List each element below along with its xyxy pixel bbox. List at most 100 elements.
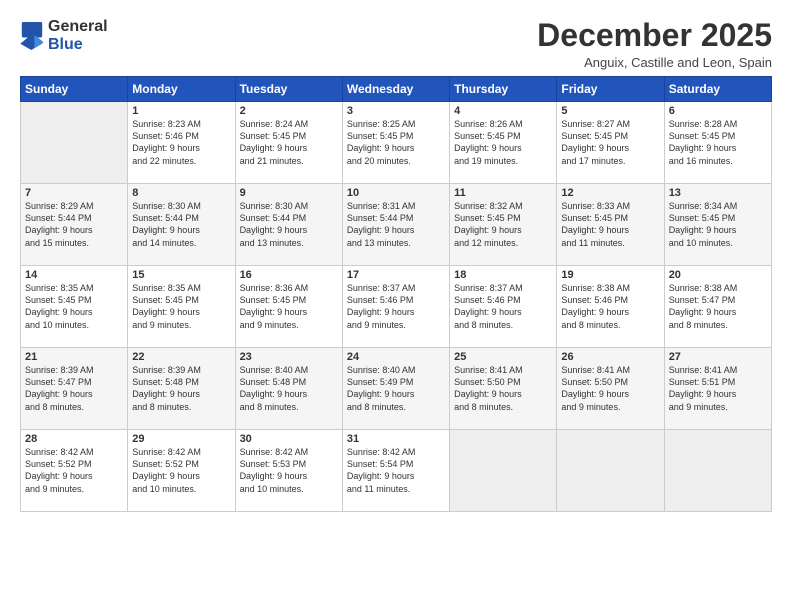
day-info: Sunrise: 8:39 AM Sunset: 5:48 PM Dayligh… <box>132 364 230 413</box>
calendar-cell: 27Sunrise: 8:41 AM Sunset: 5:51 PM Dayli… <box>664 348 771 430</box>
calendar-cell: 5Sunrise: 8:27 AM Sunset: 5:45 PM Daylig… <box>557 102 664 184</box>
calendar-week: 28Sunrise: 8:42 AM Sunset: 5:52 PM Dayli… <box>21 430 772 512</box>
calendar-week: 7Sunrise: 8:29 AM Sunset: 5:44 PM Daylig… <box>21 184 772 266</box>
calendar-cell: 16Sunrise: 8:36 AM Sunset: 5:45 PM Dayli… <box>235 266 342 348</box>
title-block: December 2025 Anguix, Castille and Leon,… <box>537 18 772 70</box>
logo: General Blue <box>20 18 108 54</box>
calendar-cell: 19Sunrise: 8:38 AM Sunset: 5:46 PM Dayli… <box>557 266 664 348</box>
day-number: 27 <box>669 351 767 363</box>
calendar-cell: 28Sunrise: 8:42 AM Sunset: 5:52 PM Dayli… <box>21 430 128 512</box>
calendar-cell: 23Sunrise: 8:40 AM Sunset: 5:48 PM Dayli… <box>235 348 342 430</box>
header: General Blue December 2025 Anguix, Casti… <box>20 18 772 70</box>
day-number: 6 <box>669 105 767 117</box>
day-info: Sunrise: 8:40 AM Sunset: 5:49 PM Dayligh… <box>347 364 445 413</box>
calendar-cell <box>21 102 128 184</box>
calendar-header: SundayMondayTuesdayWednesdayThursdayFrid… <box>21 77 772 102</box>
calendar-cell <box>664 430 771 512</box>
calendar-cell: 22Sunrise: 8:39 AM Sunset: 5:48 PM Dayli… <box>128 348 235 430</box>
day-info: Sunrise: 8:34 AM Sunset: 5:45 PM Dayligh… <box>669 200 767 249</box>
day-info: Sunrise: 8:28 AM Sunset: 5:45 PM Dayligh… <box>669 118 767 167</box>
calendar-cell <box>450 430 557 512</box>
day-number: 29 <box>132 433 230 445</box>
day-number: 8 <box>132 187 230 199</box>
day-info: Sunrise: 8:29 AM Sunset: 5:44 PM Dayligh… <box>25 200 123 249</box>
day-number: 15 <box>132 269 230 281</box>
day-number: 28 <box>25 433 123 445</box>
calendar-cell: 25Sunrise: 8:41 AM Sunset: 5:50 PM Dayli… <box>450 348 557 430</box>
logo-text: General Blue <box>48 18 108 54</box>
day-info: Sunrise: 8:30 AM Sunset: 5:44 PM Dayligh… <box>132 200 230 249</box>
day-info: Sunrise: 8:41 AM Sunset: 5:50 PM Dayligh… <box>561 364 659 413</box>
calendar-cell: 12Sunrise: 8:33 AM Sunset: 5:45 PM Dayli… <box>557 184 664 266</box>
calendar-cell: 8Sunrise: 8:30 AM Sunset: 5:44 PM Daylig… <box>128 184 235 266</box>
calendar-cell: 29Sunrise: 8:42 AM Sunset: 5:52 PM Dayli… <box>128 430 235 512</box>
weekday-row: SundayMondayTuesdayWednesdayThursdayFrid… <box>21 77 772 102</box>
calendar-cell: 17Sunrise: 8:37 AM Sunset: 5:46 PM Dayli… <box>342 266 449 348</box>
day-info: Sunrise: 8:27 AM Sunset: 5:45 PM Dayligh… <box>561 118 659 167</box>
calendar-cell: 2Sunrise: 8:24 AM Sunset: 5:45 PM Daylig… <box>235 102 342 184</box>
day-info: Sunrise: 8:38 AM Sunset: 5:46 PM Dayligh… <box>561 282 659 331</box>
day-info: Sunrise: 8:25 AM Sunset: 5:45 PM Dayligh… <box>347 118 445 167</box>
day-info: Sunrise: 8:24 AM Sunset: 5:45 PM Dayligh… <box>240 118 338 167</box>
day-number: 1 <box>132 105 230 117</box>
month-title: December 2025 <box>537 18 772 53</box>
day-number: 9 <box>240 187 338 199</box>
calendar-cell: 14Sunrise: 8:35 AM Sunset: 5:45 PM Dayli… <box>21 266 128 348</box>
day-number: 31 <box>347 433 445 445</box>
day-info: Sunrise: 8:26 AM Sunset: 5:45 PM Dayligh… <box>454 118 552 167</box>
day-info: Sunrise: 8:39 AM Sunset: 5:47 PM Dayligh… <box>25 364 123 413</box>
calendar-cell: 11Sunrise: 8:32 AM Sunset: 5:45 PM Dayli… <box>450 184 557 266</box>
day-number: 20 <box>669 269 767 281</box>
day-info: Sunrise: 8:23 AM Sunset: 5:46 PM Dayligh… <box>132 118 230 167</box>
day-info: Sunrise: 8:42 AM Sunset: 5:52 PM Dayligh… <box>25 446 123 495</box>
calendar-week: 1Sunrise: 8:23 AM Sunset: 5:46 PM Daylig… <box>21 102 772 184</box>
day-number: 5 <box>561 105 659 117</box>
calendar-cell <box>557 430 664 512</box>
day-number: 16 <box>240 269 338 281</box>
calendar-cell: 7Sunrise: 8:29 AM Sunset: 5:44 PM Daylig… <box>21 184 128 266</box>
weekday-header: Wednesday <box>342 77 449 102</box>
day-info: Sunrise: 8:42 AM Sunset: 5:54 PM Dayligh… <box>347 446 445 495</box>
day-number: 4 <box>454 105 552 117</box>
day-number: 14 <box>25 269 123 281</box>
calendar-cell: 26Sunrise: 8:41 AM Sunset: 5:50 PM Dayli… <box>557 348 664 430</box>
day-number: 24 <box>347 351 445 363</box>
day-info: Sunrise: 8:41 AM Sunset: 5:50 PM Dayligh… <box>454 364 552 413</box>
calendar-cell: 1Sunrise: 8:23 AM Sunset: 5:46 PM Daylig… <box>128 102 235 184</box>
calendar-cell: 21Sunrise: 8:39 AM Sunset: 5:47 PM Dayli… <box>21 348 128 430</box>
day-number: 2 <box>240 105 338 117</box>
day-number: 17 <box>347 269 445 281</box>
calendar: SundayMondayTuesdayWednesdayThursdayFrid… <box>20 76 772 512</box>
day-info: Sunrise: 8:30 AM Sunset: 5:44 PM Dayligh… <box>240 200 338 249</box>
calendar-cell: 20Sunrise: 8:38 AM Sunset: 5:47 PM Dayli… <box>664 266 771 348</box>
day-info: Sunrise: 8:42 AM Sunset: 5:52 PM Dayligh… <box>132 446 230 495</box>
day-info: Sunrise: 8:42 AM Sunset: 5:53 PM Dayligh… <box>240 446 338 495</box>
day-info: Sunrise: 8:37 AM Sunset: 5:46 PM Dayligh… <box>347 282 445 331</box>
weekday-header: Friday <box>557 77 664 102</box>
weekday-header: Thursday <box>450 77 557 102</box>
day-number: 22 <box>132 351 230 363</box>
day-number: 26 <box>561 351 659 363</box>
day-number: 30 <box>240 433 338 445</box>
day-number: 18 <box>454 269 552 281</box>
day-info: Sunrise: 8:38 AM Sunset: 5:47 PM Dayligh… <box>669 282 767 331</box>
day-info: Sunrise: 8:32 AM Sunset: 5:45 PM Dayligh… <box>454 200 552 249</box>
weekday-header: Sunday <box>21 77 128 102</box>
calendar-body: 1Sunrise: 8:23 AM Sunset: 5:46 PM Daylig… <box>21 102 772 512</box>
day-number: 13 <box>669 187 767 199</box>
calendar-cell: 9Sunrise: 8:30 AM Sunset: 5:44 PM Daylig… <box>235 184 342 266</box>
calendar-cell: 15Sunrise: 8:35 AM Sunset: 5:45 PM Dayli… <box>128 266 235 348</box>
weekday-header: Monday <box>128 77 235 102</box>
day-number: 7 <box>25 187 123 199</box>
calendar-cell: 13Sunrise: 8:34 AM Sunset: 5:45 PM Dayli… <box>664 184 771 266</box>
calendar-cell: 10Sunrise: 8:31 AM Sunset: 5:44 PM Dayli… <box>342 184 449 266</box>
day-info: Sunrise: 8:36 AM Sunset: 5:45 PM Dayligh… <box>240 282 338 331</box>
calendar-cell: 24Sunrise: 8:40 AM Sunset: 5:49 PM Dayli… <box>342 348 449 430</box>
day-info: Sunrise: 8:35 AM Sunset: 5:45 PM Dayligh… <box>132 282 230 331</box>
day-info: Sunrise: 8:37 AM Sunset: 5:46 PM Dayligh… <box>454 282 552 331</box>
day-number: 11 <box>454 187 552 199</box>
day-info: Sunrise: 8:31 AM Sunset: 5:44 PM Dayligh… <box>347 200 445 249</box>
day-info: Sunrise: 8:41 AM Sunset: 5:51 PM Dayligh… <box>669 364 767 413</box>
day-number: 10 <box>347 187 445 199</box>
day-number: 21 <box>25 351 123 363</box>
